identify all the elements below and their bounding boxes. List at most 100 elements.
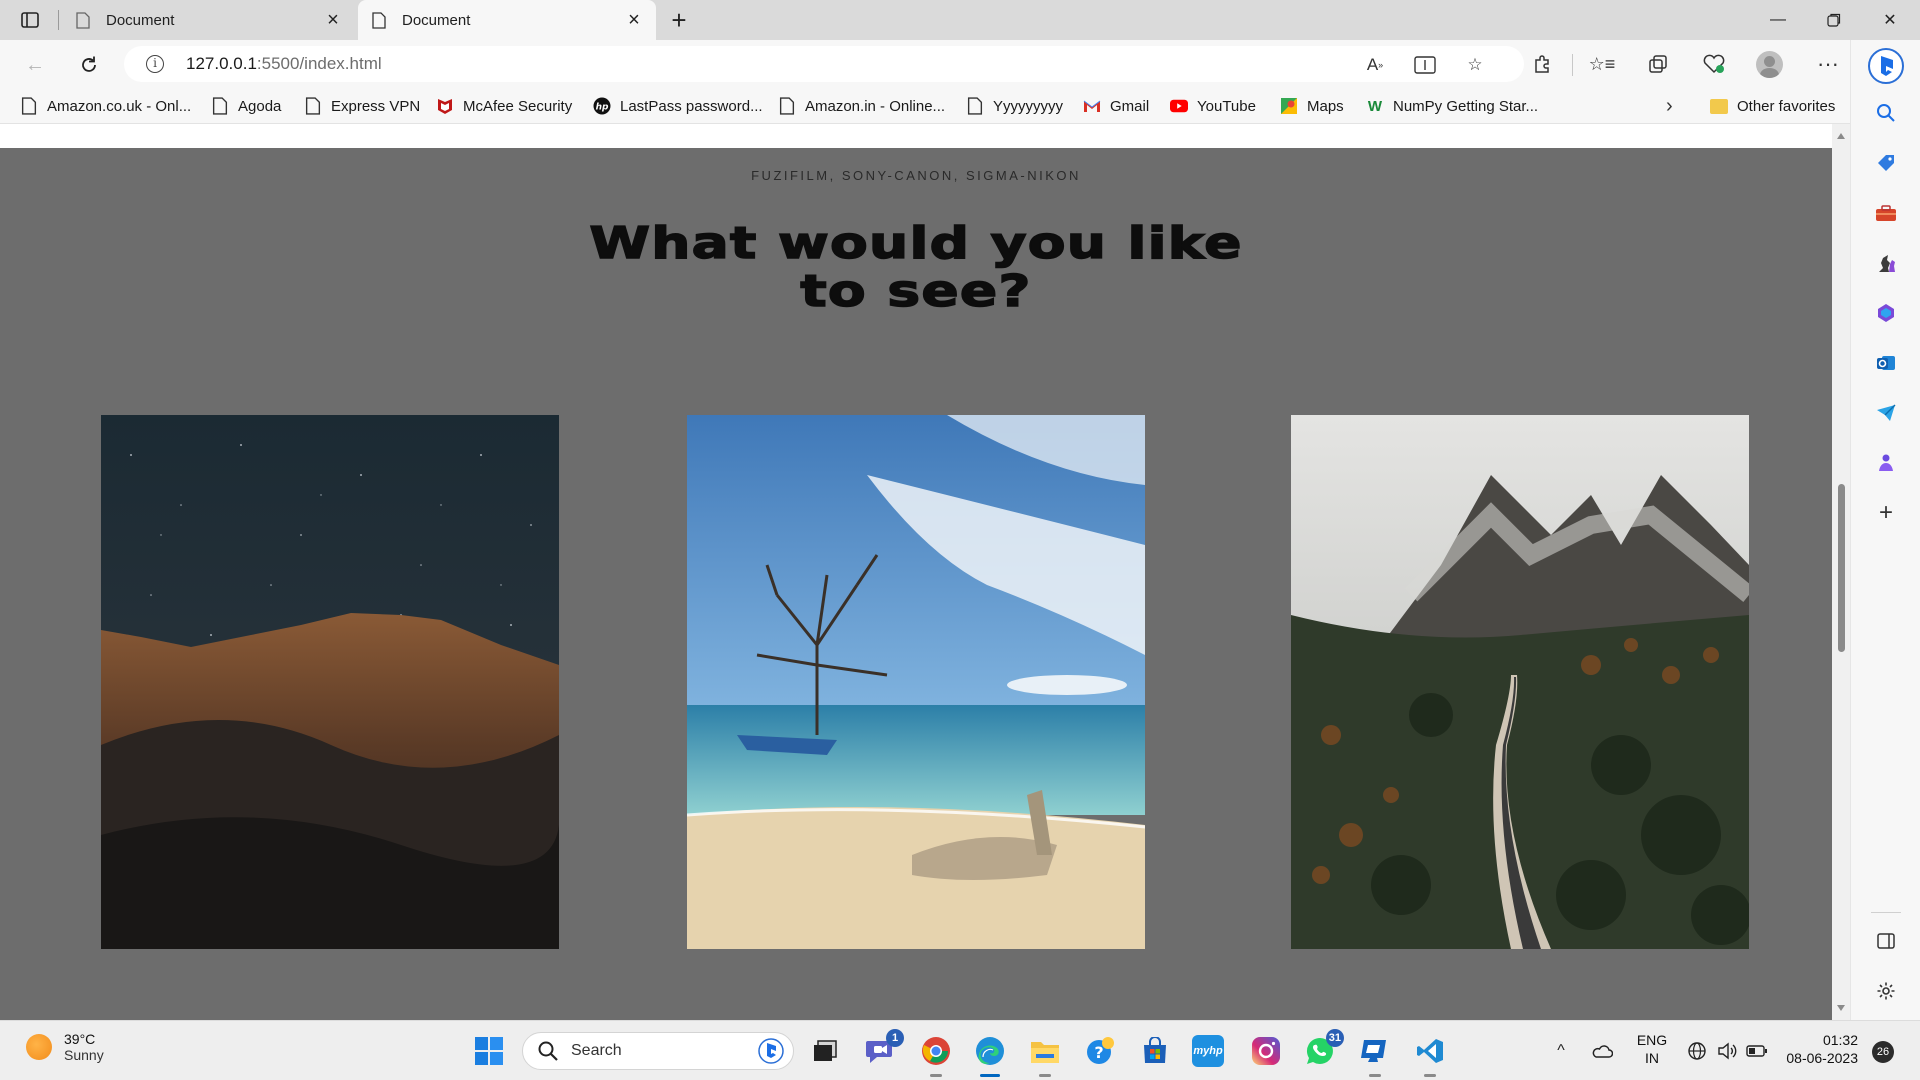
svg-text:hp: hp <box>596 103 609 113</box>
more-options-icon[interactable]: ··· <box>1814 50 1842 78</box>
favorite-item[interactable]: Agoda <box>211 95 281 117</box>
w-icon: W <box>1367 97 1383 115</box>
favorite-label: Yyyyyyyyy <box>993 97 1064 115</box>
outlook-icon[interactable] <box>1871 348 1901 378</box>
notification-count-badge[interactable]: 26 <box>1872 1041 1894 1063</box>
favorite-item[interactable]: Amazon.in - Online... <box>778 95 945 117</box>
language-indicator[interactable]: ENG IN <box>1634 1031 1670 1067</box>
tools-briefcase-icon[interactable] <box>1871 198 1901 228</box>
scroll-down-icon[interactable] <box>1836 1004 1846 1012</box>
site-info-icon[interactable]: i <box>146 55 164 73</box>
favorites-list-icon[interactable]: ☆≡ <box>1588 50 1616 78</box>
shopping-tag-icon[interactable] <box>1871 148 1901 178</box>
minimize-icon[interactable]: — <box>1750 0 1806 40</box>
add-sidebar-app-icon[interactable]: + <box>1871 498 1901 528</box>
teams-chat-icon[interactable]: 1 <box>862 1029 904 1069</box>
windows-start-icon[interactable] <box>471 1033 507 1069</box>
search-icon[interactable] <box>1871 98 1901 128</box>
page-icon <box>779 97 795 115</box>
running-indicator <box>1424 1074 1436 1077</box>
weather-description: Sunny <box>64 1047 104 1063</box>
profile-avatar-icon[interactable] <box>1756 51 1783 78</box>
scroll-thumb[interactable] <box>1838 484 1845 652</box>
favorite-label: Amazon.in - Online... <box>805 97 946 115</box>
bing-copilot-icon[interactable] <box>1868 48 1904 84</box>
remote-desktop-icon[interactable] <box>1357 1033 1393 1077</box>
maps-icon <box>1281 98 1297 114</box>
new-tab-button[interactable]: + <box>666 7 692 34</box>
network-globe-icon[interactable] <box>1686 1041 1708 1061</box>
url-text[interactable]: 127.0.0.1:5500/index.html <box>186 54 382 74</box>
page-icon <box>967 97 983 115</box>
weather-widget[interactable]: 39°C Sunny <box>26 1031 104 1063</box>
get-help-icon[interactable]: ? <box>1082 1033 1118 1069</box>
file-explorer-icon[interactable] <box>1027 1033 1063 1077</box>
close-window-icon[interactable]: ✕ <box>1862 0 1918 40</box>
other-favorites-folder[interactable]: Other favorites <box>1710 95 1835 117</box>
favorite-item[interactable]: hp LastPass password... <box>593 95 763 117</box>
restore-icon[interactable] <box>1806 0 1862 40</box>
clock[interactable]: 01:32 08-06-2023 <box>1778 1031 1858 1067</box>
hp-icon: hp <box>593 97 611 115</box>
url-host: 127.0.0.1 <box>186 54 257 73</box>
instagram-icon[interactable] <box>1248 1033 1284 1069</box>
page-scrollbar[interactable] <box>1832 124 1850 1020</box>
extensions-icon[interactable] <box>1528 50 1556 78</box>
chevron-up-icon[interactable]: ^ <box>1550 1041 1572 1061</box>
favorite-item[interactable]: Express VPN <box>304 95 420 117</box>
hide-sidebar-icon[interactable] <box>1871 926 1901 956</box>
favorite-item[interactable]: Maps <box>1280 95 1344 117</box>
scroll-up-icon[interactable] <box>1836 132 1846 140</box>
favorite-item[interactable]: YouTube <box>1170 95 1256 117</box>
page-section: FUZIFILM, SONY-CANON, SIGMA-NIKON What w… <box>0 148 1832 1020</box>
onedrive-cloud-icon[interactable] <box>1591 1041 1613 1061</box>
favorite-label: Agoda <box>238 97 282 115</box>
headline-line: to see? <box>799 266 1032 317</box>
page-icon <box>212 97 228 115</box>
favorite-item[interactable]: Gmail <box>1083 95 1149 117</box>
page-top-strip <box>0 124 1832 148</box>
clock-date: 08-06-2023 <box>1786 1050 1858 1066</box>
address-bar[interactable]: i 127.0.0.1:5500/index.html <box>124 46 1524 82</box>
favorite-item[interactable]: Amazon.co.uk - Onl... <box>20 95 191 117</box>
tab-document-2[interactable]: Document × <box>358 0 656 40</box>
refresh-icon[interactable] <box>74 50 104 80</box>
close-icon[interactable]: × <box>626 10 642 30</box>
immersive-reader-icon[interactable] <box>1414 54 1436 76</box>
microsoft-store-icon[interactable] <box>1137 1033 1173 1069</box>
whatsapp-icon[interactable]: 31 <box>1302 1029 1344 1069</box>
browser-essentials-icon[interactable] <box>1700 50 1728 78</box>
myhp-icon[interactable]: myhp <box>1192 1035 1224 1067</box>
send-drop-icon[interactable] <box>1871 398 1901 428</box>
favorite-item[interactable]: W NumPy Getting Star... <box>1366 95 1538 117</box>
tab-actions-icon[interactable] <box>18 9 42 31</box>
favorite-label: Maps <box>1307 97 1344 115</box>
vscode-icon[interactable] <box>1412 1033 1448 1077</box>
weather-temperature: 39°C <box>64 1031 96 1047</box>
edge-sidebar: + <box>1850 40 1920 1020</box>
battery-icon[interactable] <box>1746 1041 1768 1061</box>
tab-document-1[interactable]: Document × <box>62 0 355 40</box>
collections-icon[interactable] <box>1644 50 1672 78</box>
games-chess-icon[interactable] <box>1871 248 1901 278</box>
chrome-icon[interactable] <box>918 1033 954 1077</box>
taskbar-search[interactable]: Search <box>522 1032 794 1070</box>
tab-title: Document <box>106 11 175 29</box>
language-code: ENG <box>1636 1032 1668 1048</box>
edge-browser-icon[interactable] <box>972 1033 1008 1077</box>
notification-badge: 31 <box>1325 1029 1344 1047</box>
favorite-item[interactable]: McAfee Security <box>436 95 572 117</box>
task-view-icon[interactable] <box>808 1033 844 1069</box>
designer-icon[interactable] <box>1871 448 1901 478</box>
read-aloud-icon[interactable]: A» <box>1364 54 1386 76</box>
favorite-star-icon[interactable]: ☆ <box>1464 54 1486 76</box>
running-indicator <box>930 1074 942 1077</box>
close-icon[interactable]: × <box>325 10 341 30</box>
page-viewport: FUZIFILM, SONY-CANON, SIGMA-NIKON What w… <box>0 124 1832 1020</box>
chevron-right-icon[interactable]: › <box>1666 95 1673 118</box>
volume-icon[interactable] <box>1716 1041 1738 1061</box>
settings-gear-icon[interactable] <box>1871 976 1901 1006</box>
back-arrow-icon[interactable]: ← <box>20 50 50 80</box>
microsoft-365-icon[interactable] <box>1871 298 1901 328</box>
favorite-item[interactable]: Yyyyyyyyy <box>966 95 1063 117</box>
